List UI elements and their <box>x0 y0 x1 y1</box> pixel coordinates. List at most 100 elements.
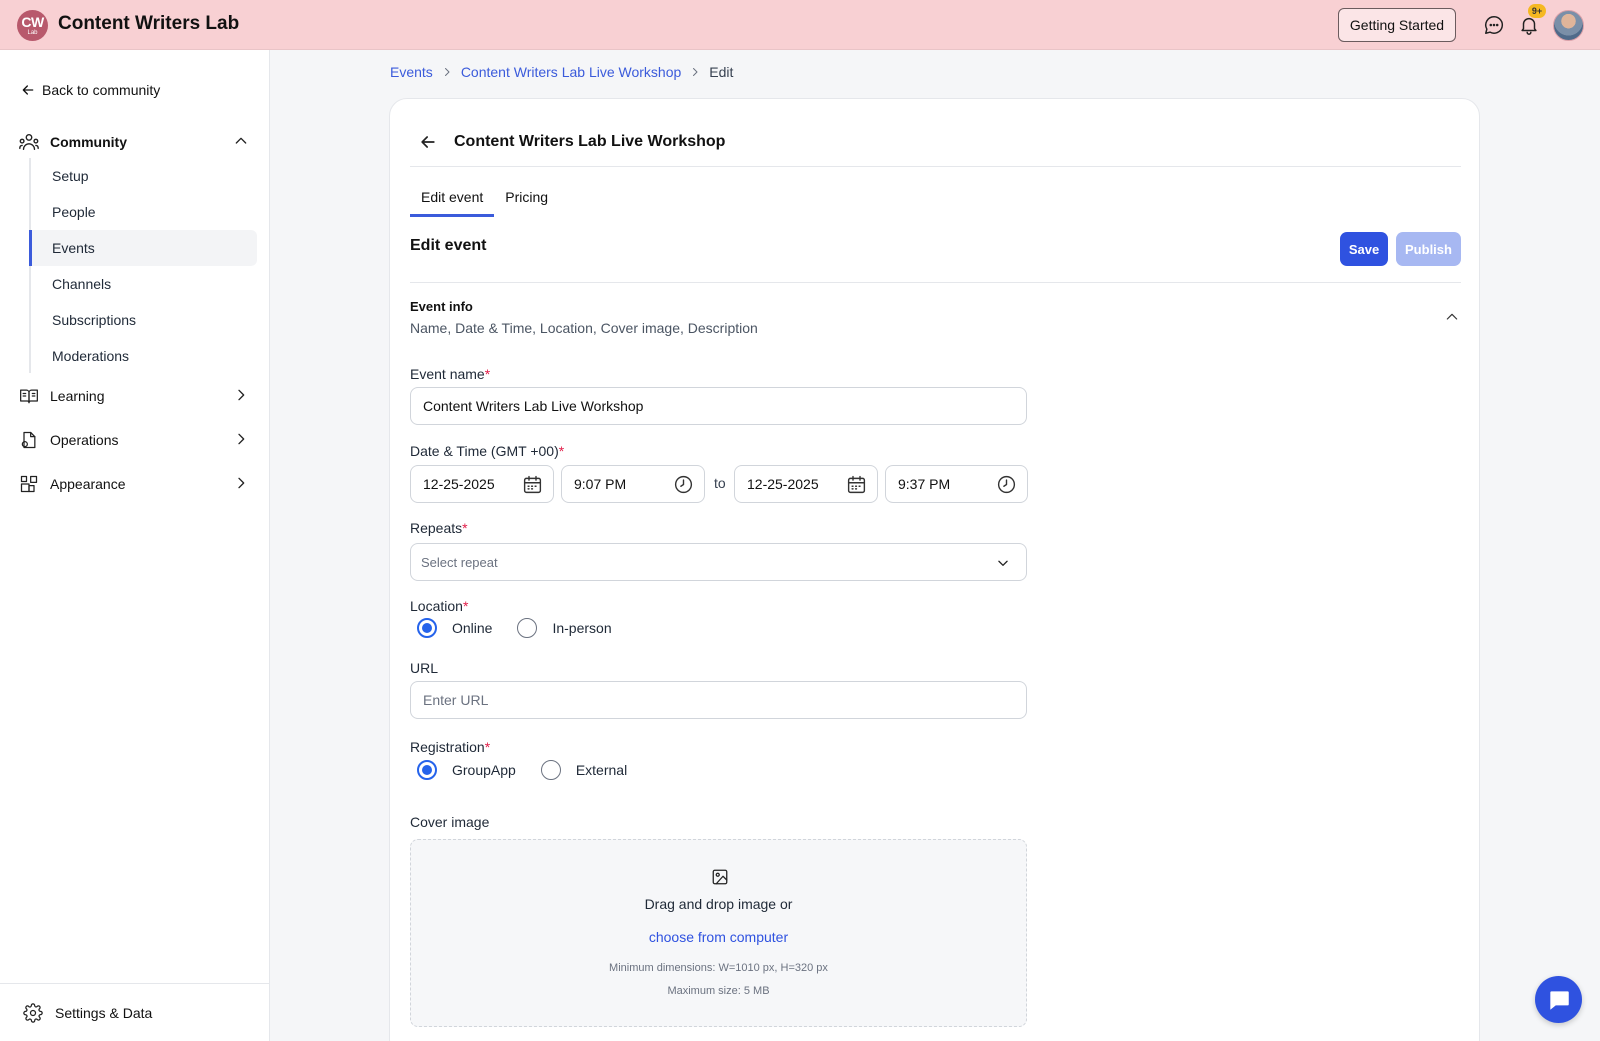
location-radio-group: Online In-person <box>417 618 612 638</box>
breadcrumb-current: Edit <box>709 64 734 80</box>
chevron-up-icon <box>235 137 247 144</box>
chevron-up-icon[interactable] <box>1444 309 1460 325</box>
sidebar-group-label: Learning <box>50 388 105 404</box>
chevron-right-icon <box>693 68 698 76</box>
page-title: Content Writers Lab Live Workshop <box>454 132 726 150</box>
chat-icon[interactable] <box>1483 14 1505 36</box>
min-dimensions-text: Minimum dimensions: W=1010 px, H=320 px <box>609 962 828 974</box>
chevron-right-icon <box>238 389 245 401</box>
location-in-person-radio[interactable] <box>517 618 538 638</box>
tab-edit-event[interactable]: Edit event <box>410 185 495 217</box>
settings-and-data-link[interactable]: Settings & Data <box>0 983 270 1041</box>
notification-badge: 9+ <box>1528 4 1546 18</box>
image-icon <box>712 869 728 885</box>
radio-label[interactable]: Online <box>452 620 492 636</box>
event-info-subtitle: Name, Date & Time, Location, Cover image… <box>410 320 758 336</box>
back-link-label: Back to community <box>42 82 161 98</box>
cover-image-dropzone[interactable]: Drag and drop image or choose from compu… <box>410 839 1027 1027</box>
app-name[interactable]: Content Writers Lab <box>58 13 239 35</box>
start-time-value: 9:07 PM <box>574 476 627 492</box>
registration-external-radio[interactable] <box>540 760 561 780</box>
chevron-right-icon <box>238 433 245 445</box>
clock-icon[interactable] <box>996 474 1017 495</box>
divider <box>410 282 1461 283</box>
sidebar-item-setup[interactable]: Setup <box>29 158 257 194</box>
arrow-left-icon <box>22 85 34 95</box>
end-date-value: 12-25-2025 <box>747 476 819 492</box>
app-logo[interactable]: CW Lab <box>17 10 48 41</box>
tab-bar: Edit event Pricing <box>410 185 559 217</box>
sidebar-group-label: Operations <box>50 432 119 448</box>
to-label: to <box>714 475 726 491</box>
sidebar-group-appearance[interactable]: Appearance <box>18 472 253 496</box>
publish-button[interactable]: Publish <box>1396 232 1461 266</box>
start-time-field[interactable]: 9:07 PM <box>561 465 705 503</box>
label-text: Event name <box>410 366 485 382</box>
save-button[interactable]: Save <box>1340 232 1388 266</box>
calendar-icon[interactable] <box>522 474 543 495</box>
end-time-field[interactable]: 9:37 PM <box>885 465 1028 503</box>
document-icon <box>18 429 40 451</box>
tab-pricing[interactable]: Pricing <box>494 185 559 217</box>
sidebar-item-moderations[interactable]: Moderations <box>29 338 257 374</box>
sidebar-item-subscriptions[interactable]: Subscriptions <box>29 302 257 338</box>
end-date-field[interactable]: 12-25-2025 <box>734 465 878 503</box>
chevron-right-icon <box>444 68 450 76</box>
url-input[interactable]: Enter URL <box>410 681 1027 719</box>
sidebar-group-operations[interactable]: Operations <box>18 428 253 452</box>
repeat-placeholder: Select repeat <box>421 554 498 570</box>
choose-from-computer-link[interactable]: choose from computer <box>411 929 1026 945</box>
event-info-title[interactable]: Event info <box>410 299 473 314</box>
radio-label[interactable]: GroupApp <box>452 762 516 778</box>
label-text: Repeats <box>410 520 463 536</box>
avatar[interactable] <box>1553 10 1584 41</box>
sidebar-item-people[interactable]: People <box>29 194 257 230</box>
required-mark: * <box>558 443 565 459</box>
event-name-input[interactable]: Content Writers Lab Live Workshop <box>410 387 1027 425</box>
registration-radio-group: GroupApp External <box>417 760 627 780</box>
required-mark: * <box>484 366 491 382</box>
section-title: Edit event <box>410 237 487 254</box>
chevron-right-icon <box>238 477 245 489</box>
book-icon <box>18 385 40 407</box>
label-text: Date & Time (GMT +00) <box>410 443 559 459</box>
location-label: Location* <box>410 598 468 614</box>
required-mark: * <box>484 739 491 755</box>
sidebar-item-channels[interactable]: Channels <box>29 266 257 302</box>
sidebar-group-label: Community <box>50 134 127 150</box>
location-online-radio[interactable] <box>417 618 437 638</box>
settings-label: Settings & Data <box>55 1004 153 1021</box>
registration-groupapp-radio[interactable] <box>417 760 437 780</box>
max-size-text: Maximum size: 5 MB <box>667 985 770 997</box>
sidebar-group-learning[interactable]: Learning <box>18 384 253 408</box>
sidebar: Back to community Community Setup People… <box>0 50 270 1041</box>
radio-label[interactable]: External <box>576 762 627 778</box>
logo-text: CW <box>21 14 44 30</box>
required-mark: * <box>462 598 469 614</box>
getting-started-button[interactable]: Getting Started <box>1338 8 1456 42</box>
radio-label[interactable]: In-person <box>552 620 611 636</box>
breadcrumb-event-title[interactable]: Content Writers Lab Live Workshop <box>461 64 681 80</box>
chat-support-button[interactable] <box>1535 976 1582 1023</box>
arrow-left-icon[interactable] <box>418 132 438 152</box>
start-date-field[interactable]: 12-25-2025 <box>410 465 554 503</box>
clock-icon[interactable] <box>673 474 694 495</box>
sidebar-group-community[interactable]: Community <box>18 130 253 154</box>
community-icon <box>18 131 40 153</box>
breadcrumb: Events Content Writers Lab Live Workshop… <box>390 64 733 80</box>
repeat-select[interactable]: Select repeat <box>410 543 1027 581</box>
url-label: URL <box>410 660 439 676</box>
datetime-label: Date & Time (GMT +00)* <box>410 443 564 459</box>
end-time-value: 9:37 PM <box>898 476 951 492</box>
back-to-community-link[interactable]: Back to community <box>20 82 160 98</box>
breadcrumb-events[interactable]: Events <box>390 64 433 80</box>
gear-icon <box>23 1002 43 1023</box>
label-text: Location <box>410 598 463 614</box>
registration-label: Registration* <box>410 739 490 755</box>
grid-icon <box>18 473 40 495</box>
sidebar-item-events[interactable]: Events <box>29 230 257 266</box>
card-header: Content Writers Lab Live Workshop <box>410 117 1461 167</box>
chevron-down-icon <box>998 560 1008 566</box>
calendar-icon[interactable] <box>846 474 867 495</box>
edit-event-card: Content Writers Lab Live Workshop Edit e… <box>389 98 1480 1041</box>
